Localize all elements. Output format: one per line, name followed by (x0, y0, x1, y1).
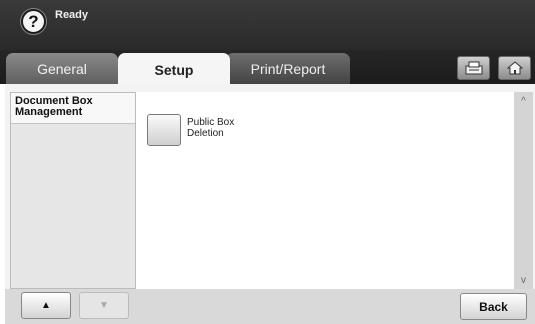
copy-icon[interactable] (457, 56, 490, 80)
back-button[interactable]: Back (460, 293, 527, 320)
tab-print-report-label: Print/Report (250, 60, 326, 77)
tab-general[interactable]: General (6, 53, 118, 84)
tab-setup-label: Setup (154, 61, 194, 78)
tab-print-report[interactable]: Print/Report (226, 53, 350, 84)
triangle-up-icon: ▲ (41, 300, 51, 311)
page-up-button[interactable]: ▲ (21, 292, 71, 319)
sidebar-item-document-box-management[interactable]: Document Box Management (11, 93, 135, 124)
tab-setup[interactable]: Setup (118, 53, 230, 86)
help-glyph: ? (28, 11, 39, 31)
home-icon-graphic (506, 61, 523, 75)
scroll-down-icon[interactable]: v (514, 271, 533, 289)
help-icon[interactable]: ? (21, 9, 46, 34)
public-box-deletion-label: Public Box Deletion (187, 117, 235, 139)
scroll-up-glyph: ^ (521, 95, 526, 107)
sidebar-item-label: Document Box Management (15, 95, 93, 118)
sidebar: Document Box Management (10, 92, 136, 289)
page-down-button[interactable]: ▼ (79, 292, 129, 319)
status-text: Ready (55, 9, 89, 21)
back-button-label: Back (479, 299, 508, 314)
scroll-down-glyph: v (521, 274, 526, 286)
tab-general-label: General (37, 60, 87, 77)
copy-icon-graphic (465, 61, 482, 75)
public-box-deletion-button[interactable] (147, 114, 181, 146)
header-bar (0, 0, 535, 50)
screen: ? Ready General Print/Report Setup Docum… (0, 0, 535, 324)
triangle-down-icon: ▼ (99, 300, 109, 311)
scroll-up-icon[interactable]: ^ (514, 92, 533, 110)
home-icon[interactable] (498, 56, 531, 80)
scrollbar[interactable]: ^ v (514, 92, 533, 289)
